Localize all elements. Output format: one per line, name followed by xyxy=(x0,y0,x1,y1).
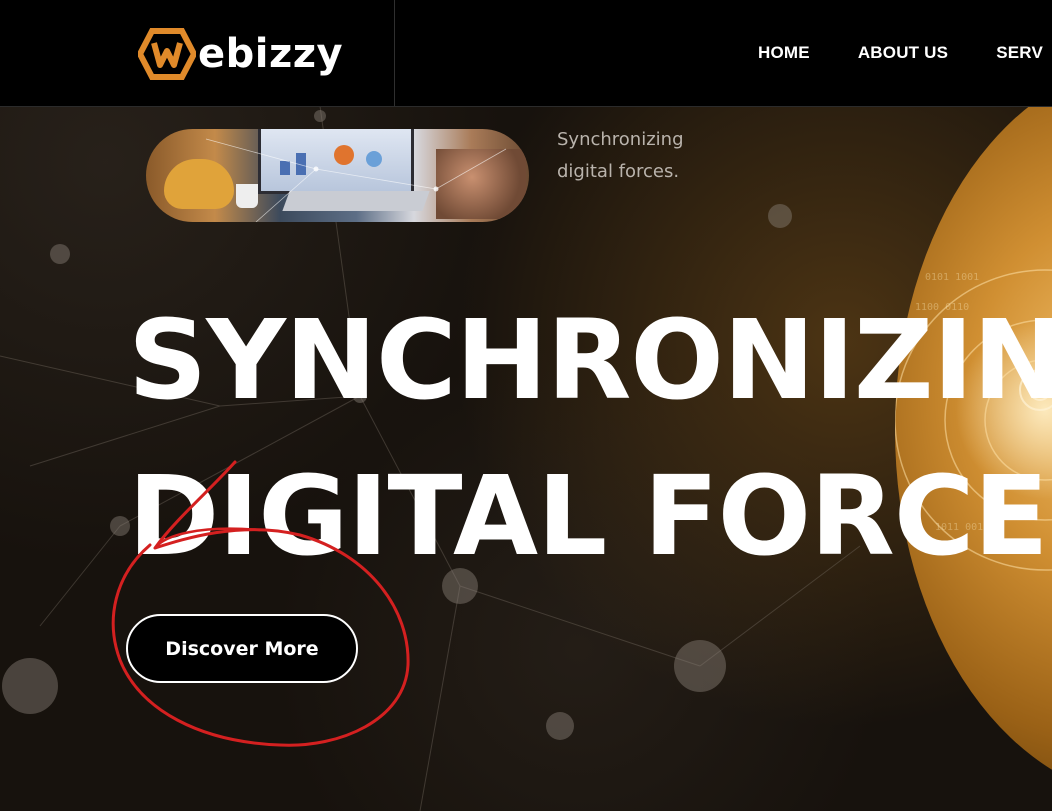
hero-tagline: Synchronizing digital forces. xyxy=(557,129,684,182)
headline-line-1: SYNCHRONIZIN xyxy=(128,296,1052,424)
page: 0101 1001 1100 0110 1011 0011 ebizzy HOM… xyxy=(0,0,1052,811)
logo-text: ebizzy xyxy=(198,31,344,77)
nav-services[interactable]: SERV xyxy=(996,43,1043,63)
hero-team-image xyxy=(146,129,529,222)
pill-network-overlay xyxy=(205,138,507,222)
header-divider xyxy=(394,0,395,106)
main-nav: HOME ABOUT US SERV xyxy=(758,0,1043,106)
headline-line-2: DIGITAL FORCE xyxy=(128,452,1049,580)
nav-about-us[interactable]: ABOUT US xyxy=(858,43,948,63)
logo-link[interactable]: ebizzy xyxy=(138,26,343,82)
logo-hexagon-icon xyxy=(138,28,196,80)
site-header: ebizzy HOME ABOUT US SERV xyxy=(0,0,1052,107)
nav-home[interactable]: HOME xyxy=(758,43,810,63)
hero-headline: SYNCHRONIZIN DIGITAL FORCE xyxy=(128,282,1052,594)
discover-more-button[interactable]: Discover More xyxy=(126,614,358,683)
